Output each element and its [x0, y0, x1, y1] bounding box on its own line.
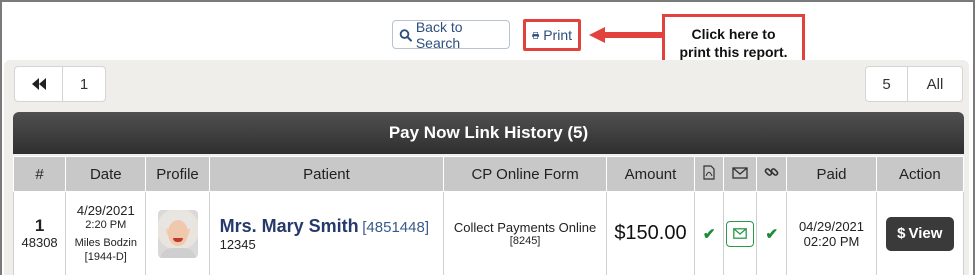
paid-time: 02:20 PM — [803, 233, 860, 249]
page-size-selector: 5 All — [865, 66, 963, 102]
callout-line-2: print this report. — [679, 43, 788, 60]
view-button[interactable]: $ View — [885, 216, 954, 251]
col-header-link — [756, 156, 788, 192]
printer-icon — [532, 31, 539, 39]
back-to-search-button[interactable]: Back to Search — [392, 18, 510, 51]
col-header-form[interactable]: CP Online Form — [443, 156, 607, 192]
double-chevron-left-icon — [31, 78, 46, 90]
first-page-button[interactable] — [15, 67, 63, 101]
envelope-icon — [732, 166, 748, 179]
col-header-profile: Profile — [145, 156, 210, 192]
row-paid-cell: 04/29/2021 02:20 PM — [786, 191, 877, 275]
pay-now-link-table: # Date Profile Patient CP Online Form Am… — [12, 156, 965, 275]
send-email-button[interactable] — [726, 220, 755, 247]
pdf-check-icon: ✔ — [702, 225, 716, 243]
table-title: Pay Now Link History (5) — [388, 123, 589, 142]
page-size-5-button[interactable]: 5 — [866, 67, 908, 101]
row-time: 2:20 PM — [85, 219, 127, 231]
print-button[interactable]: Print — [523, 19, 581, 51]
col-header-num[interactable]: # — [12, 156, 67, 192]
col-header-paid[interactable]: Paid — [786, 156, 877, 192]
form-name: Collect Payments Online — [453, 220, 597, 235]
patient-id: [4851448] — [362, 218, 429, 236]
row-number: 1 — [34, 216, 45, 235]
table-header-row: # Date Profile Patient CP Online Form Am… — [12, 156, 965, 192]
row-form-cell: Collect Payments Online [8245] — [443, 191, 607, 275]
col-header-email — [723, 156, 758, 192]
callout-arrow — [589, 27, 663, 43]
patient-avatar[interactable] — [157, 209, 198, 258]
pdf-icon — [703, 164, 715, 180]
col-header-date[interactable]: Date — [65, 156, 147, 192]
callout-line-1: Click here to — [691, 25, 776, 42]
row-sub-number: 48308 — [21, 235, 58, 250]
link-icon — [764, 167, 779, 176]
row-date: 4/29/2021 — [76, 203, 135, 218]
row-amount-cell: $150.00 — [605, 191, 696, 275]
table-row: 1 48308 4/29/2021 2:20 PM Miles Bodzin [… — [12, 191, 965, 275]
row-date-cell: 4/29/2021 2:20 PM Miles Bodzin [1944-D] — [65, 191, 147, 275]
row-action-cell: $ View — [875, 191, 965, 275]
page-1-button[interactable]: 1 — [63, 67, 105, 101]
table-title-bar: Pay Now Link History (5) — [13, 112, 964, 154]
row-patient-cell: Mrs. Mary Smith [4851448] 12345 — [208, 191, 445, 275]
form-id: [8245] — [509, 235, 541, 247]
col-header-pdf — [694, 156, 725, 192]
patient-sub-id: 12345 — [219, 236, 256, 252]
row-link-cell: ✔ — [756, 191, 788, 275]
search-icon — [399, 28, 412, 42]
row-email-cell — [723, 191, 758, 275]
back-to-search-label: Back to Search — [415, 18, 463, 51]
print-label: Print — [543, 27, 572, 43]
envelope-icon — [733, 228, 748, 239]
row-staff-code: [1944-D] — [84, 251, 127, 263]
patient-name-link[interactable]: Mrs. Mary Smith — [220, 216, 359, 236]
page-size-all-button[interactable]: All — [908, 67, 962, 101]
link-check-icon: ✔ — [765, 225, 779, 243]
col-header-action: Action — [875, 156, 965, 192]
pagination: 1 — [14, 66, 106, 102]
paid-date: 04/29/2021 — [798, 218, 865, 234]
row-staff: Miles Bodzin — [74, 237, 137, 249]
amount-value: $150.00 — [614, 222, 687, 244]
row-profile-cell — [145, 191, 210, 275]
dollar-icon: $ — [897, 225, 906, 242]
col-header-amount[interactable]: Amount — [605, 156, 696, 192]
row-pdf-cell: ✔ — [694, 191, 725, 275]
col-header-patient[interactable]: Patient — [208, 156, 445, 192]
row-num-cell: 1 48308 — [12, 191, 67, 275]
view-label: View — [908, 225, 943, 242]
